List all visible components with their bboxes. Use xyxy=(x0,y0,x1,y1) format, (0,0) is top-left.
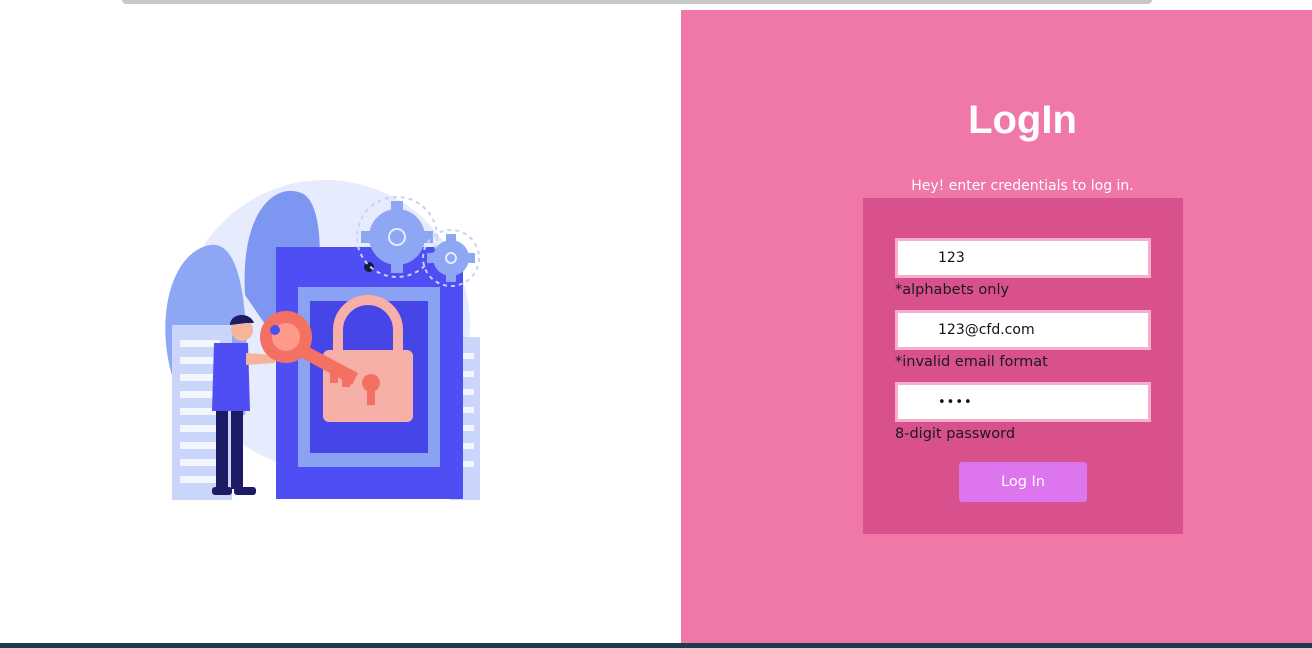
taskbar-edge xyxy=(0,643,1312,648)
password-input-value: •••• xyxy=(938,394,973,410)
illustration-panel xyxy=(0,10,681,643)
name-input[interactable]: 123 xyxy=(895,238,1151,278)
email-input-value: 123@cfd.com xyxy=(938,322,1035,338)
page-title: LogIn xyxy=(968,98,1077,142)
card-pin xyxy=(364,262,374,272)
horizontal-scrollbar[interactable] xyxy=(122,0,1152,4)
login-form: 123 *alphabets only 123@cfd.com *invalid… xyxy=(863,198,1183,534)
name-hint: *alphabets only xyxy=(895,282,1010,298)
login-button[interactable]: Log In xyxy=(959,462,1087,502)
security-illustration xyxy=(165,180,480,500)
password-input[interactable]: •••• xyxy=(895,382,1151,422)
page-subtitle: Hey! enter credentials to log in. xyxy=(911,178,1134,194)
name-input-value: 123 xyxy=(938,250,965,266)
email-input[interactable]: 123@cfd.com xyxy=(895,310,1151,350)
browser-scroll-strip xyxy=(0,0,1312,10)
email-hint: *invalid email format xyxy=(895,354,1048,370)
password-hint: 8-digit password xyxy=(895,426,1016,442)
login-panel: LogIn Hey! enter credentials to log in. … xyxy=(681,10,1312,643)
